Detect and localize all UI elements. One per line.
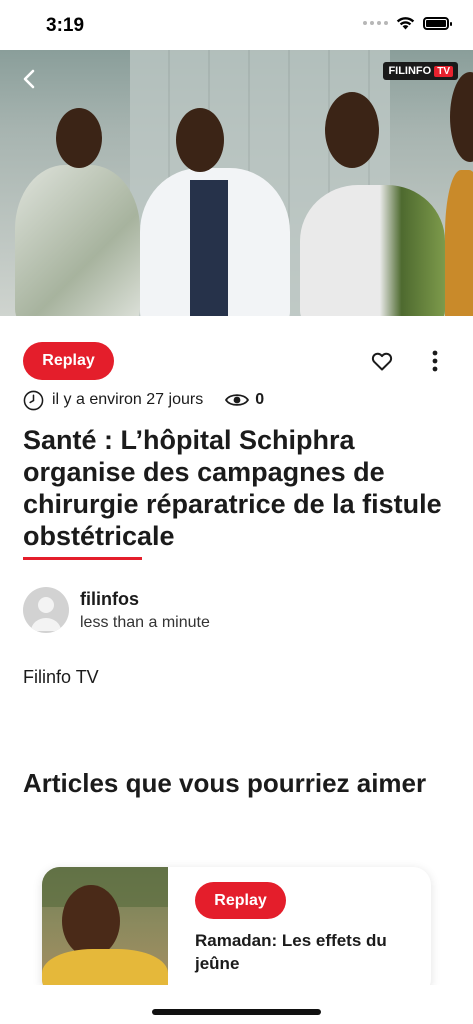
person-figure-right [300,185,445,316]
status-bar: 3:19 [0,0,473,50]
article-title: Santé : L’hôpital Schiphra organise des … [23,425,442,551]
person-head-right [325,92,379,168]
related-article-card[interactable]: Replay Ramadan: Les effets du jeûne [42,867,431,997]
hero-image: FILINFO TV [0,50,473,316]
channel-logo-tag: TV [434,65,453,77]
heart-icon[interactable] [370,349,394,373]
status-time: 3:19 [46,15,85,36]
eye-icon [225,394,250,406]
view-count: 0 [255,391,265,408]
read-time: less than a minute [80,614,210,631]
back-button[interactable] [14,64,44,94]
article-meta: il y a environ 27 jours 0 [23,389,264,411]
related-replay-badge: Replay [195,882,286,919]
replay-category-badge[interactable]: Replay [23,342,114,380]
related-article-thumbnail [42,867,168,997]
channel-logo-text: FILINFO [388,65,432,77]
person-head [56,108,102,168]
wifi-icon [396,17,415,30]
person-figure [15,165,140,316]
signal-icon [363,21,388,25]
related-article-title: Ramadan: Les effets du jeûne [195,931,387,973]
more-vertical-icon[interactable] [427,349,443,373]
clock-icon [23,390,44,410]
author-name[interactable]: filinfos [80,589,139,610]
title-underline [23,557,142,560]
related-heading: Articles que vous pourriez aimer [23,768,427,798]
published-time: il y a environ 27 jours [52,391,204,408]
avatar-placeholder-icon [31,597,61,631]
battery-icon [423,16,452,30]
back-arrow-icon [23,69,35,89]
article-body: Filinfo TV [23,667,99,687]
doctor-head [176,108,224,172]
channel-logo: FILINFO TV [383,62,458,80]
status-icons [363,16,452,30]
home-indicator[interactable] [152,1009,321,1015]
avatar[interactable] [23,587,69,633]
